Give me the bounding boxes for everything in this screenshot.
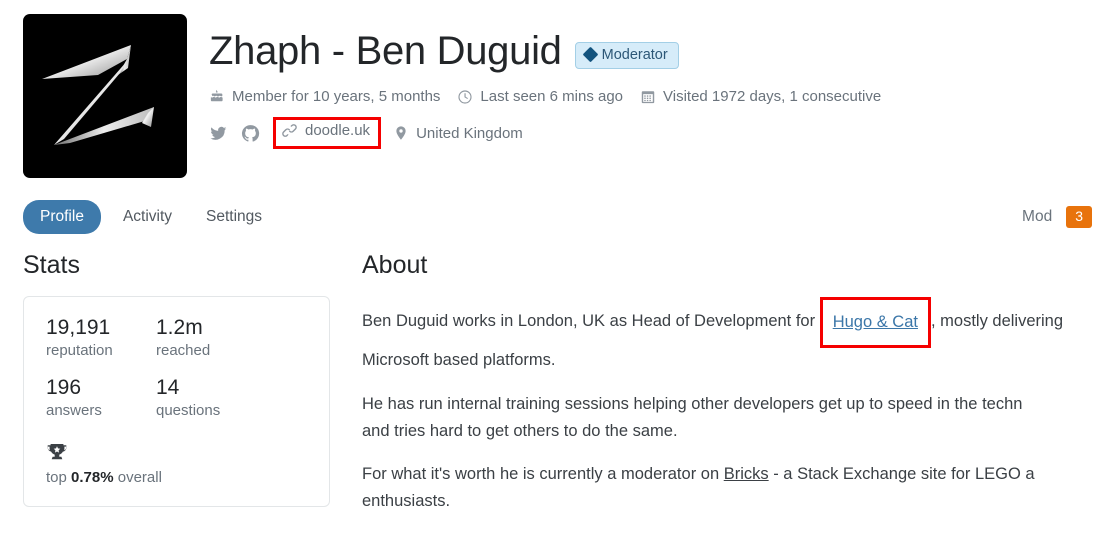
member-for-text: Member for 10 years, 5 months xyxy=(232,88,441,105)
hugo-and-cat-link[interactable]: Hugo & Cat xyxy=(833,313,918,331)
hugo-cat-highlight-box: Hugo & Cat xyxy=(819,296,931,349)
profile-page: Zhaph - Ben Duguid Moderator Member for … xyxy=(0,0,1110,539)
tabs-right-group: Mod 3 xyxy=(1022,205,1092,229)
tab-settings[interactable]: Settings xyxy=(194,200,274,234)
twitter-icon[interactable] xyxy=(209,124,228,143)
meta-row-secondary: doodle.uk United Kingdom xyxy=(209,117,1110,149)
about-p2-line2: and tries hard to get others to do the s… xyxy=(362,421,678,440)
top-percent-value: 0.78% xyxy=(71,468,114,486)
about-column: About Ben Duguid works in London, UK as … xyxy=(345,251,1110,532)
trophy-icon xyxy=(46,442,307,462)
location-text: United Kingdom xyxy=(416,124,523,142)
stat-reputation: 19,191 reputation xyxy=(46,316,156,359)
stat-questions: 14 questions xyxy=(156,376,307,419)
top-prefix: top xyxy=(46,468,72,486)
stat-reputation-label: reputation xyxy=(46,341,113,359)
website-link[interactable]: doodle.uk xyxy=(281,122,370,139)
title-row: Zhaph - Ben Duguid Moderator xyxy=(209,30,1110,72)
about-p3-before: For what it's worth he is currently a mo… xyxy=(362,465,724,484)
visited-text: Visited 1972 days, 1 consecutive xyxy=(663,88,882,105)
clock-icon xyxy=(457,89,473,105)
stats-column: Stats 19,191 reputation 1.2m reached 196… xyxy=(0,251,345,532)
about-p1-after: , mostly delivering xyxy=(930,311,1064,330)
diamond-icon xyxy=(582,46,598,63)
mod-count-badge[interactable]: 3 xyxy=(1066,205,1092,229)
about-p1-line2: Microsoft based platforms. xyxy=(362,351,556,370)
stats-heading: Stats xyxy=(23,251,80,279)
profile-tabs: Profile Activity Settings Mod 3 xyxy=(23,200,1110,234)
about-paragraph-2: He has run internal training sessions he… xyxy=(362,391,1110,444)
about-paragraph-3: For what it's worth he is currently a mo… xyxy=(362,461,1110,514)
about-p1-before: Ben Duguid works in London, UK as Head o… xyxy=(362,311,820,330)
cake-icon xyxy=(209,89,225,105)
stat-answers-value: 196 xyxy=(46,375,82,399)
map-pin-icon xyxy=(393,125,409,141)
meta-row-primary: Member for 10 years, 5 months Last seen … xyxy=(209,88,1110,105)
avatar[interactable] xyxy=(23,14,187,178)
website-text: doodle.uk xyxy=(305,122,371,139)
stat-reached-label: reached xyxy=(156,341,211,359)
profile-body: Stats 19,191 reputation 1.2m reached 196… xyxy=(0,251,1110,532)
bricks-link[interactable]: Bricks xyxy=(724,465,769,483)
visited: Visited 1972 days, 1 consecutive xyxy=(640,88,881,105)
about-paragraph-1: Ben Duguid works in London, UK as Head o… xyxy=(362,296,1110,374)
last-seen: Last seen 6 mins ago xyxy=(457,88,623,105)
website-highlight-box: doodle.uk xyxy=(273,117,382,149)
top-percent-text: top 0.78% overall xyxy=(46,469,307,486)
stat-questions-label: questions xyxy=(156,401,221,419)
stat-answers: 196 answers xyxy=(46,376,156,419)
top-suffix: overall xyxy=(113,468,162,486)
stats-grid: 19,191 reputation 1.2m reached 196 answe… xyxy=(46,316,307,419)
profile-header: Zhaph - Ben Duguid Moderator Member for … xyxy=(0,0,1110,178)
avatar-z-glyph xyxy=(30,21,180,171)
location: United Kingdom xyxy=(393,125,523,142)
calendar-icon xyxy=(640,89,656,105)
github-icon[interactable] xyxy=(241,124,260,143)
stat-answers-label: answers xyxy=(46,401,102,419)
moderator-badge[interactable]: Moderator xyxy=(574,41,679,69)
stat-reached: 1.2m reached xyxy=(156,316,307,359)
tab-activity[interactable]: Activity xyxy=(111,200,184,234)
last-seen-text: Last seen 6 mins ago xyxy=(480,88,624,105)
header-details: Zhaph - Ben Duguid Moderator Member for … xyxy=(187,14,1110,178)
about-p2-line1: He has run internal training sessions he… xyxy=(362,394,1023,413)
about-p3-after: - a Stack Exchange site for LEGO a xyxy=(768,465,1035,484)
stat-reputation-value: 19,191 xyxy=(46,315,111,339)
member-for: Member for 10 years, 5 months xyxy=(209,88,440,105)
page-title: Zhaph - Ben Duguid xyxy=(209,29,562,73)
stat-reached-value: 1.2m xyxy=(156,315,203,339)
stats-card: 19,191 reputation 1.2m reached 196 answe… xyxy=(23,295,330,507)
tab-profile[interactable]: Profile xyxy=(23,200,101,234)
moderator-badge-label: Moderator xyxy=(601,46,668,63)
about-p3-line2: enthusiasts. xyxy=(362,492,451,511)
about-heading: About xyxy=(362,251,428,279)
link-icon xyxy=(281,122,298,139)
stats-top-percent: top 0.78% overall xyxy=(46,442,307,486)
mod-link[interactable]: Mod xyxy=(1022,208,1052,226)
stat-questions-value: 14 xyxy=(156,375,180,399)
